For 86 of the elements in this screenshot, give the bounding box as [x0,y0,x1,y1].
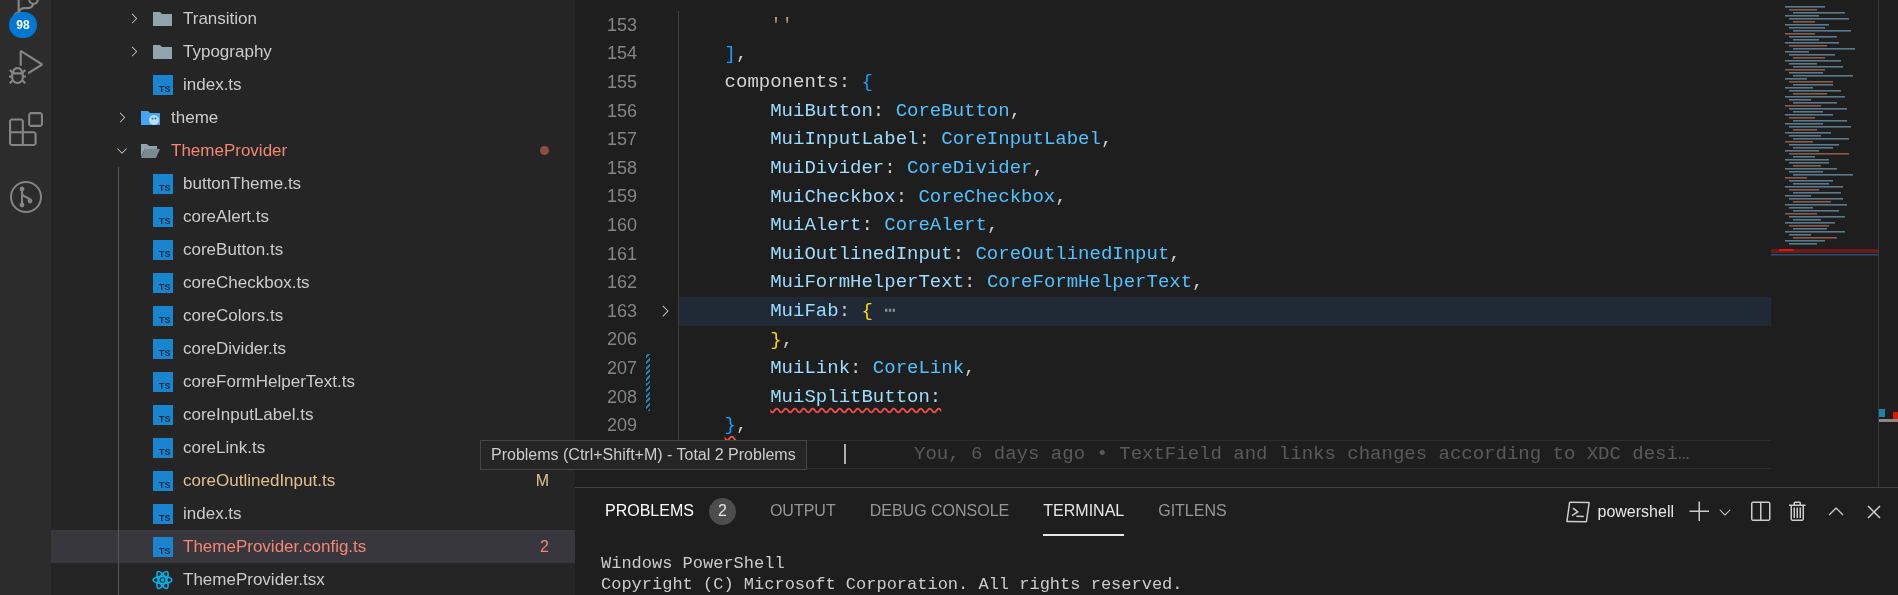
typescript-file-icon: TS [152,173,173,194]
file-tree-item[interactable]: TS coreInputLabel.ts [126,401,314,428]
typescript-file-icon: TS [152,470,173,491]
typescript-file-icon: TS [152,206,173,227]
split-icon[interactable] [1748,500,1772,524]
add-icon[interactable] [1688,500,1712,524]
file-tree-item[interactable]: TS coreFormHelperText.ts [126,368,355,395]
line-number: 207 [605,356,637,380]
line-number: 157 [605,128,637,152]
blame-annotation: You, 6 days ago • TextField and links changes according to XDC desi… [914,441,1690,467]
typescript-file-icon: TS [152,536,173,557]
terminal-icon[interactable] [1565,500,1590,524]
line-number: 162 [605,271,637,295]
file-tree-item[interactable]: TS coreAlert.ts [126,203,269,230]
atom-icon [152,569,173,590]
palette-folder-icon [140,109,161,126]
file-status-indicator: 2 [540,536,549,557]
text-cursor [844,444,846,465]
folder-icon [152,43,173,60]
file-tree-item[interactable]: theme [114,104,219,131]
file-tree-item[interactable]: TS coreColors.ts [126,302,284,329]
panel-tab[interactable]: TERMINAL [1043,488,1125,536]
typescript-file-icon: TS [152,272,173,293]
file-tree-item[interactable]: TS ThemeProvider.config.ts [126,533,367,560]
file-tree-item[interactable]: TS buttonTheme.ts [126,170,302,197]
code-line: ], [678,39,1771,69]
file-tree-item[interactable]: TS coreDivider.ts [126,335,286,362]
typescript-file-icon: TS [152,503,173,524]
terminal-name[interactable]: powershell [1597,500,1674,524]
count-badge: 2 [708,497,736,525]
file-tree-item[interactable]: ThemeProvider [114,137,288,164]
folder-icon [152,10,173,27]
code-line: MuiLink: CoreLink, [678,354,1771,383]
typescript-file-icon: TS [152,338,173,359]
tooltip: Problems (Ctrl+Shift+M) - Total 2 Problems [480,440,807,470]
file-tree-item[interactable]: Typography [126,38,272,65]
line-number: 153 [605,13,637,37]
file-tree-item[interactable]: TS coreOutlinedInput.ts [126,467,336,494]
terminal-output-line: Windows PowerShell [601,553,786,574]
line-number: 155 [605,71,637,94]
code-line: MuiFormHelperText: CoreFormHelperText, [678,268,1771,297]
file-tree-item[interactable]: Transition [126,5,257,32]
git-graph-icon[interactable] [8,180,43,214]
line-number: 159 [605,185,637,209]
line-number: 209 [605,414,637,438]
file-status-indicator: M [535,470,549,491]
code-line: MuiInputLabel: CoreInputLabel, [678,125,1771,154]
typescript-file-icon: TS [152,371,173,392]
code-line: MuiSplitButton: [678,382,1771,412]
open-folder-icon [140,142,161,159]
file-tree-item[interactable]: TS index.ts [126,71,242,98]
file-tree-item[interactable]: ThemeProvider.tsx [126,566,325,593]
line-number: 154 [605,42,637,66]
line-number: 158 [605,156,637,180]
typescript-file-icon: TS [152,239,173,260]
code-line: }, [678,411,1771,440]
line-number: 161 [605,242,637,266]
code-line: MuiCheckbox: CoreCheckbox, [678,182,1771,212]
file-tree-item[interactable]: TS coreCheckbox.ts [126,269,310,296]
scrollbar-markers-drawing [1879,409,1898,423]
extensions-icon[interactable] [8,112,43,146]
code-line: '' [678,11,1771,40]
notification-badge: 98 [9,12,37,38]
panel-tab[interactable]: OUTPUT [769,488,836,536]
line-number: 206 [605,328,637,352]
code-line: MuiDivider: CoreDivider, [678,153,1771,183]
code-line: MuiButton: CoreButton, [678,96,1771,126]
typescript-file-icon: TS [152,305,173,326]
line-number: 163 [605,299,637,323]
line-number: 160 [605,213,637,237]
file-tree-item[interactable]: TS coreLink.ts [126,434,266,461]
typescript-file-icon: TS [152,437,173,458]
panel-tab[interactable]: GITLENS [1158,488,1227,536]
file-tree-item[interactable]: TS coreButton.ts [126,236,284,263]
code-line: }, [678,325,1771,355]
terminal-output-line: Copyright (C) Microsoft Corporation. All rights reserved. [601,574,1184,595]
line-number: 156 [605,99,637,123]
typescript-file-icon: TS [152,404,173,425]
panel-tab[interactable]: PROBLEMS 2 [605,488,736,536]
typescript-file-icon: TS [152,74,173,95]
code-line: components: { [678,68,1771,97]
code-line: MuiAlert: CoreAlert, [678,211,1771,240]
line-number: 208 [605,385,637,409]
file-tree-item[interactable]: TS index.ts [126,500,242,527]
run-debug-icon[interactable] [8,50,43,84]
panel-tab[interactable]: DEBUG CONSOLE [869,488,1010,536]
